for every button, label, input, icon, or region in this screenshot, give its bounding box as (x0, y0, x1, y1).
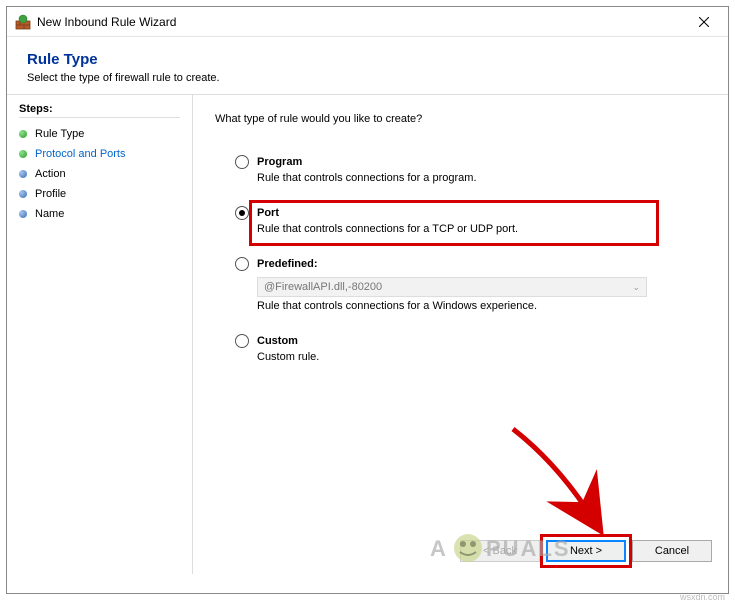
steps-title: Steps: (19, 103, 180, 118)
predefined-dropdown[interactable]: @FirewallAPI.dll,-80200 ⌄ (257, 277, 647, 297)
step-bullet-icon (19, 150, 27, 158)
wizard-dialog: New Inbound Rule Wizard Rule Type Select… (6, 6, 729, 594)
radio-custom[interactable] (235, 334, 249, 348)
option-label: Program (257, 156, 302, 168)
option-label: Custom (257, 335, 298, 347)
main-panel: What type of rule would you like to crea… (193, 95, 728, 574)
firewall-icon (15, 14, 31, 30)
titlebar: New Inbound Rule Wizard (7, 7, 728, 37)
step-action[interactable]: Action (19, 164, 180, 184)
step-bullet-icon (19, 210, 27, 218)
footer-buttons: < Back Next > Cancel (460, 540, 712, 562)
options-group: Program Rule that controls connections f… (215, 155, 706, 363)
radio-program[interactable] (235, 155, 249, 169)
option-label: Port (257, 207, 279, 219)
close-button[interactable] (681, 8, 726, 36)
watermark-text: wsxdn.com (680, 592, 725, 602)
header: Rule Type Select the type of firewall ru… (7, 37, 728, 94)
step-rule-type[interactable]: Rule Type (19, 124, 180, 144)
step-label: Rule Type (35, 128, 84, 140)
page-subtitle: Select the type of firewall rule to crea… (27, 72, 708, 84)
step-protocol-ports[interactable]: Protocol and Ports (19, 144, 180, 164)
step-bullet-icon (19, 170, 27, 178)
option-program: Program Rule that controls connections f… (235, 155, 706, 184)
dropdown-value: @FirewallAPI.dll,-80200 (264, 281, 382, 293)
option-desc: Rule that controls connections for a TCP… (257, 223, 706, 235)
window-title: New Inbound Rule Wizard (37, 15, 681, 29)
option-desc: Rule that controls connections for a pro… (257, 172, 706, 184)
step-bullet-icon (19, 190, 27, 198)
next-button[interactable]: Next > (546, 540, 626, 562)
annotation-arrow (498, 424, 618, 534)
step-label: Action (35, 168, 66, 180)
step-name[interactable]: Name (19, 204, 180, 224)
option-desc: Rule that controls connections for a Win… (257, 300, 706, 312)
step-bullet-icon (19, 130, 27, 138)
close-icon (699, 17, 709, 27)
step-label: Name (35, 208, 64, 220)
step-label: Profile (35, 188, 66, 200)
step-profile[interactable]: Profile (19, 184, 180, 204)
cancel-button[interactable]: Cancel (632, 540, 712, 562)
option-port: Port Rule that controls connections for … (235, 206, 706, 235)
radio-predefined[interactable] (235, 257, 249, 271)
page-title: Rule Type (27, 51, 708, 68)
option-predefined: Predefined: @FirewallAPI.dll,-80200 ⌄ Ru… (235, 257, 706, 312)
chevron-down-icon: ⌄ (632, 282, 640, 293)
prompt-text: What type of rule would you like to crea… (215, 113, 706, 125)
back-button: < Back (460, 540, 540, 562)
option-custom: Custom Custom rule. (235, 334, 706, 363)
radio-port[interactable] (235, 206, 249, 220)
content: Steps: Rule Type Protocol and Ports Acti… (7, 94, 728, 574)
option-label: Predefined: (257, 258, 318, 270)
step-label: Protocol and Ports (35, 148, 126, 160)
option-desc: Custom rule. (257, 351, 706, 363)
steps-sidebar: Steps: Rule Type Protocol and Ports Acti… (7, 95, 193, 574)
